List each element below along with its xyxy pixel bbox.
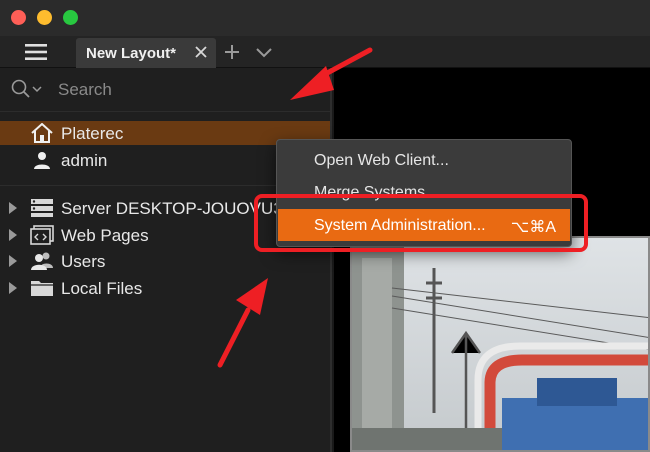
window-titlebar — [0, 0, 650, 36]
tree-item-label: Server DESKTOP-JOUOVU3 — [61, 199, 283, 218]
tree-item-local-files[interactable]: Local Files — [0, 276, 330, 300]
search-icon[interactable] — [11, 79, 43, 99]
expand-arrow-icon[interactable] — [9, 282, 17, 294]
tree-item-label: admin — [61, 151, 108, 170]
tab-new-layout[interactable]: New Layout* — [76, 38, 216, 68]
tree-item-label: Web Pages — [61, 226, 149, 245]
expand-arrow-icon[interactable] — [9, 255, 17, 267]
menu-item-open-web-client[interactable]: Open Web Client... — [278, 144, 570, 176]
close-icon[interactable] — [194, 45, 208, 59]
users-icon — [31, 252, 53, 270]
camera-preview-tile[interactable] — [350, 236, 650, 452]
search-input[interactable] — [58, 78, 308, 102]
annotation-highlight-box — [254, 194, 588, 252]
tree-item-label: Users — [61, 252, 106, 271]
camera-scene-image — [352, 238, 648, 450]
menu-item-label: Open Web Client... — [314, 152, 449, 169]
home-icon — [31, 123, 53, 143]
web-pages-icon — [30, 225, 54, 245]
resource-tree-panel: Platerec admin Server DESKTOP-JOUOVU3 We… — [0, 68, 332, 452]
zoom-window-button[interactable] — [63, 10, 78, 25]
tree-item-users[interactable]: Users — [0, 249, 330, 273]
main-menu-button[interactable] — [0, 36, 72, 68]
expand-arrow-icon[interactable] — [9, 229, 17, 241]
hamburger-icon — [25, 44, 47, 60]
chevron-down-icon[interactable] — [254, 42, 274, 62]
user-icon — [34, 152, 50, 169]
tree-item-label: Local Files — [61, 279, 143, 298]
close-window-button[interactable] — [11, 10, 26, 25]
plus-icon[interactable] — [222, 42, 242, 62]
search-bar — [0, 68, 330, 112]
folder-icon — [31, 281, 53, 296]
server-icon — [31, 199, 53, 217]
minimize-window-button[interactable] — [37, 10, 52, 25]
tree-item-label: Platerec — [61, 124, 124, 143]
tab-bar: New Layout* — [0, 36, 650, 68]
expand-arrow-icon[interactable] — [9, 202, 17, 214]
tab-label: New Layout* — [86, 44, 177, 62]
